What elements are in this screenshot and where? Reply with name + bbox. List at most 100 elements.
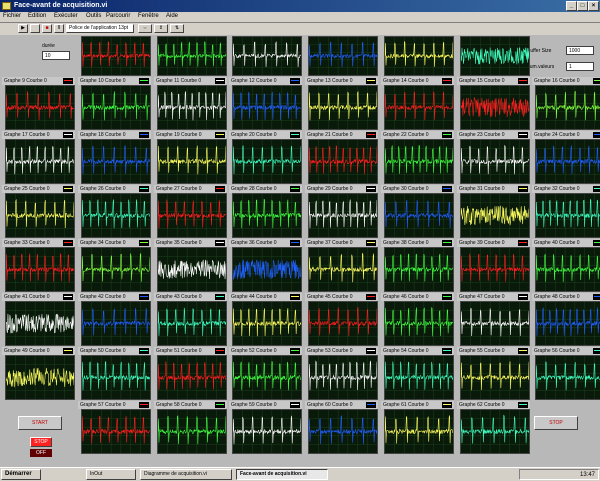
legend-swatch[interactable] xyxy=(290,132,300,138)
menu-run[interactable]: Exécuter xyxy=(54,13,78,19)
num-values-input[interactable]: 1 xyxy=(566,62,594,71)
waveform-chart[interactable] xyxy=(232,139,302,184)
waveform-chart[interactable] xyxy=(460,409,530,454)
legend-swatch[interactable] xyxy=(290,348,300,354)
waveform-chart[interactable] xyxy=(81,193,151,238)
waveform-chart[interactable] xyxy=(308,301,378,346)
waveform-chart[interactable] xyxy=(535,139,600,184)
task-inout[interactable]: InOut xyxy=(86,469,136,480)
waveform-chart[interactable] xyxy=(460,247,530,292)
legend-swatch[interactable] xyxy=(139,348,149,354)
legend-swatch[interactable] xyxy=(366,294,376,300)
font-select[interactable]: Police de l'application 13pt xyxy=(66,24,134,33)
waveform-chart[interactable] xyxy=(384,409,454,454)
waveform-chart[interactable] xyxy=(5,301,75,346)
waveform-chart[interactable] xyxy=(232,36,302,76)
legend-swatch[interactable] xyxy=(215,240,225,246)
legend-swatch[interactable] xyxy=(290,186,300,192)
legend-swatch[interactable] xyxy=(215,78,225,84)
waveform-chart[interactable] xyxy=(157,301,227,346)
legend-swatch[interactable] xyxy=(215,402,225,408)
legend-swatch[interactable] xyxy=(215,348,225,354)
abort-button[interactable]: ■ xyxy=(42,24,52,33)
stop-button[interactable]: STOP xyxy=(534,416,578,430)
run-button[interactable]: ▶ xyxy=(18,24,28,33)
waveform-chart[interactable] xyxy=(535,247,600,292)
waveform-chart[interactable] xyxy=(308,193,378,238)
legend-swatch[interactable] xyxy=(593,78,600,84)
waveform-chart[interactable] xyxy=(232,355,302,400)
legend-swatch[interactable] xyxy=(593,186,600,192)
legend-swatch[interactable] xyxy=(366,240,376,246)
legend-swatch[interactable] xyxy=(215,186,225,192)
waveform-chart[interactable] xyxy=(460,193,530,238)
waveform-chart[interactable] xyxy=(81,409,151,454)
task-front-panel[interactable]: Face-avant de acquisition.vi xyxy=(236,469,328,480)
waveform-chart[interactable] xyxy=(157,247,227,292)
legend-swatch[interactable] xyxy=(139,294,149,300)
legend-swatch[interactable] xyxy=(518,402,528,408)
waveform-chart[interactable] xyxy=(384,301,454,346)
legend-swatch[interactable] xyxy=(593,348,600,354)
legend-swatch[interactable] xyxy=(63,240,73,246)
waveform-chart[interactable] xyxy=(5,139,75,184)
waveform-chart[interactable] xyxy=(308,355,378,400)
waveform-chart[interactable] xyxy=(535,85,600,130)
menu-file[interactable]: Fichier xyxy=(3,13,21,19)
start-button[interactable]: START xyxy=(18,416,62,430)
waveform-chart[interactable] xyxy=(460,355,530,400)
align-button[interactable]: ⇔ xyxy=(138,24,152,33)
waveform-chart[interactable] xyxy=(5,355,75,400)
legend-swatch[interactable] xyxy=(442,186,452,192)
legend-swatch[interactable] xyxy=(290,240,300,246)
waveform-chart[interactable] xyxy=(535,193,600,238)
waveform-chart[interactable] xyxy=(5,193,75,238)
legend-swatch[interactable] xyxy=(63,186,73,192)
legend-swatch[interactable] xyxy=(290,294,300,300)
menu-window[interactable]: Fenêtre xyxy=(138,13,159,19)
waveform-chart[interactable] xyxy=(460,85,530,130)
legend-swatch[interactable] xyxy=(518,240,528,246)
window-titlebar[interactable]: Face-avant de acquisition.vi _ □ × xyxy=(0,0,600,12)
waveform-chart[interactable] xyxy=(157,85,227,130)
waveform-chart[interactable] xyxy=(81,247,151,292)
menu-help[interactable]: Aide xyxy=(166,13,178,19)
waveform-chart[interactable] xyxy=(81,355,151,400)
waveform-chart[interactable] xyxy=(535,301,600,346)
waveform-chart[interactable] xyxy=(232,85,302,130)
waveform-chart[interactable] xyxy=(535,355,600,400)
legend-swatch[interactable] xyxy=(366,186,376,192)
waveform-chart[interactable] xyxy=(308,247,378,292)
waveform-chart[interactable] xyxy=(384,85,454,130)
minimize-button[interactable]: _ xyxy=(566,1,577,11)
legend-swatch[interactable] xyxy=(593,132,600,138)
legend-swatch[interactable] xyxy=(63,348,73,354)
waveform-chart[interactable] xyxy=(460,36,530,76)
reorder-button[interactable]: ⇅ xyxy=(170,24,184,33)
waveform-chart[interactable] xyxy=(81,36,151,76)
waveform-chart[interactable] xyxy=(5,85,75,130)
start-button-windows[interactable]: Démarrer xyxy=(1,469,41,480)
duration-input[interactable]: 10 xyxy=(42,51,70,60)
legend-swatch[interactable] xyxy=(139,240,149,246)
waveform-chart[interactable] xyxy=(157,355,227,400)
legend-swatch[interactable] xyxy=(290,402,300,408)
legend-swatch[interactable] xyxy=(518,348,528,354)
waveform-chart[interactable] xyxy=(157,36,227,76)
pause-button[interactable]: II xyxy=(54,24,64,33)
legend-swatch[interactable] xyxy=(593,294,600,300)
run-continuous-button[interactable] xyxy=(30,24,40,33)
legend-swatch[interactable] xyxy=(593,240,600,246)
buffer-size-input[interactable]: 1000 xyxy=(566,46,594,55)
task-diagram[interactable]: Diagramme de acquisition.vi xyxy=(140,469,232,480)
waveform-chart[interactable] xyxy=(460,301,530,346)
waveform-chart[interactable] xyxy=(232,193,302,238)
waveform-chart[interactable] xyxy=(384,139,454,184)
legend-swatch[interactable] xyxy=(63,132,73,138)
waveform-chart[interactable] xyxy=(384,247,454,292)
distribute-button[interactable]: ⇕ xyxy=(154,24,168,33)
legend-swatch[interactable] xyxy=(366,348,376,354)
waveform-chart[interactable] xyxy=(308,36,378,76)
close-button[interactable]: × xyxy=(588,1,599,11)
legend-swatch[interactable] xyxy=(442,348,452,354)
